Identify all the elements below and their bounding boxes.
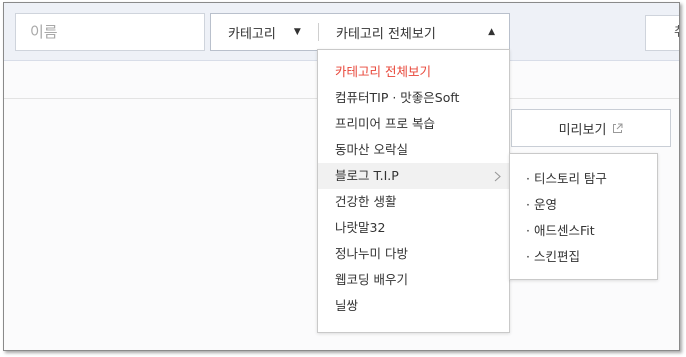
dropdown-item[interactable]: 프리미어 프로 복습 bbox=[318, 111, 509, 137]
submenu-item[interactable]: · 애드센스Fit bbox=[510, 218, 657, 244]
dropdown-item-all[interactable]: 카테고리 전체보기 bbox=[318, 59, 509, 85]
dropdown-item[interactable]: 동마산 오락실 bbox=[318, 137, 509, 163]
dropdown-item[interactable]: 나랏말32 bbox=[318, 215, 509, 241]
category-submenu: · 티스토리 탐구 · 운영 · 애드센스Fit · 스킨편집 bbox=[509, 153, 658, 280]
cancel-button-label: 취 bbox=[674, 25, 679, 40]
category-dropdown-menu: 카테고리 전체보기 컴퓨터TIP · 맛좋은Soft 프리미어 프로 복습 동마… bbox=[317, 49, 510, 333]
dropdown-item[interactable]: 건강한 생활 bbox=[318, 189, 509, 215]
preview-button-label: 미리보기 bbox=[558, 122, 607, 138]
category-selected-label: 카테고리 전체보기 bbox=[336, 26, 436, 42]
category-type-label: 카테고리 bbox=[228, 26, 276, 42]
chevron-right-icon bbox=[494, 163, 501, 182]
category-select: 카테고리 ▼ 카테고리 전체보기 ▲ bbox=[210, 13, 510, 51]
dropdown-item[interactable]: 정나누미 다방 bbox=[318, 241, 509, 267]
external-link-icon bbox=[612, 123, 623, 134]
submenu-item[interactable]: · 스킨편집 bbox=[510, 244, 657, 270]
preview-button[interactable]: 미리보기 bbox=[511, 109, 671, 147]
dropdown-item[interactable]: 닐쌍 bbox=[318, 293, 509, 319]
submenu-item[interactable]: · 티스토리 탐구 bbox=[510, 166, 657, 192]
dropdown-item[interactable]: 컴퓨터TIP · 맛좋은Soft bbox=[318, 85, 509, 111]
submenu-item[interactable]: · 운영 bbox=[510, 192, 657, 218]
name-search-input[interactable] bbox=[15, 13, 205, 51]
dropdown-item[interactable]: 웹코딩 배우기 bbox=[318, 267, 509, 293]
cancel-button[interactable]: 취 bbox=[645, 15, 679, 51]
caret-up-icon: ▲ bbox=[488, 27, 495, 37]
dropdown-item-blog-tip[interactable]: 블로그 T.I.P bbox=[318, 163, 509, 189]
category-type-dropdown[interactable]: 카테고리 ▼ bbox=[211, 14, 318, 50]
category-value-dropdown[interactable]: 카테고리 전체보기 ▲ bbox=[319, 14, 509, 50]
dropdown-item-label: 블로그 T.I.P bbox=[335, 168, 399, 183]
window-frame: 카테고리 ▼ 카테고리 전체보기 ▲ 취 미리보기 카테고리 전체보기 컴퓨터T… bbox=[3, 2, 680, 351]
caret-down-icon: ▼ bbox=[293, 27, 301, 37]
